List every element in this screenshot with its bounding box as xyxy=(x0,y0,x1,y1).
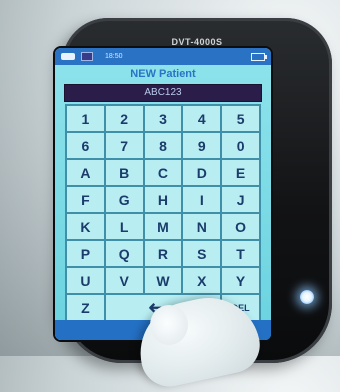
key-N[interactable]: N xyxy=(183,214,221,239)
key-A[interactable]: A xyxy=(67,160,104,185)
key-4[interactable]: 4 xyxy=(183,106,221,131)
key-7[interactable]: 7 xyxy=(105,133,143,158)
key-2[interactable]: 2 xyxy=(105,106,143,131)
key-J[interactable]: J xyxy=(222,187,259,212)
key-6[interactable]: 6 xyxy=(67,133,104,158)
key-5[interactable]: 5 xyxy=(222,106,259,131)
key-P[interactable]: P xyxy=(67,241,104,266)
key-Q[interactable]: Q xyxy=(105,241,143,266)
key-C[interactable]: C xyxy=(144,160,182,185)
key-H[interactable]: H xyxy=(144,187,182,212)
battery-icon xyxy=(251,52,267,61)
key-9[interactable]: 9 xyxy=(183,133,221,158)
finger-tip xyxy=(150,305,188,345)
key-O[interactable]: O xyxy=(222,214,259,239)
network-icon xyxy=(61,53,75,60)
key-E[interactable]: E xyxy=(222,160,259,185)
page-title: NEW Patient xyxy=(130,68,196,80)
key-D[interactable]: D xyxy=(183,160,221,185)
key-V[interactable]: V xyxy=(105,268,143,293)
key-F[interactable]: F xyxy=(67,187,104,212)
key-U[interactable]: U xyxy=(67,268,104,293)
touch-screen: 18:50 NEW Patient ABC123 1 2 3 4 5 6 7 8… xyxy=(55,48,271,340)
patient-id-input[interactable]: ABC123 xyxy=(64,84,262,102)
key-1[interactable]: 1 xyxy=(67,106,104,131)
status-time: 18:50 xyxy=(105,53,123,60)
key-X[interactable]: X xyxy=(183,268,221,293)
model-label: DVT-4000S xyxy=(171,37,223,47)
key-K[interactable]: K xyxy=(67,214,104,239)
key-B[interactable]: B xyxy=(105,160,143,185)
key-Y[interactable]: Y xyxy=(222,268,259,293)
key-G[interactable]: G xyxy=(105,187,143,212)
power-led-icon xyxy=(300,290,314,304)
key-W[interactable]: W xyxy=(144,268,182,293)
key-S[interactable]: S xyxy=(183,241,221,266)
status-bar: 18:50 xyxy=(55,48,271,65)
key-I[interactable]: I xyxy=(183,187,221,212)
key-L[interactable]: L xyxy=(105,214,143,239)
key-Z[interactable]: Z xyxy=(67,295,104,320)
key-T[interactable]: T xyxy=(222,241,259,266)
indicator-icon xyxy=(81,52,93,61)
keypad: 1 2 3 4 5 6 7 8 9 0 A B C D E F G H I J … xyxy=(65,104,261,322)
key-3[interactable]: 3 xyxy=(144,106,182,131)
key-M[interactable]: M xyxy=(144,214,182,239)
key-R[interactable]: R xyxy=(144,241,182,266)
key-0[interactable]: 0 xyxy=(222,133,259,158)
key-8[interactable]: 8 xyxy=(144,133,182,158)
